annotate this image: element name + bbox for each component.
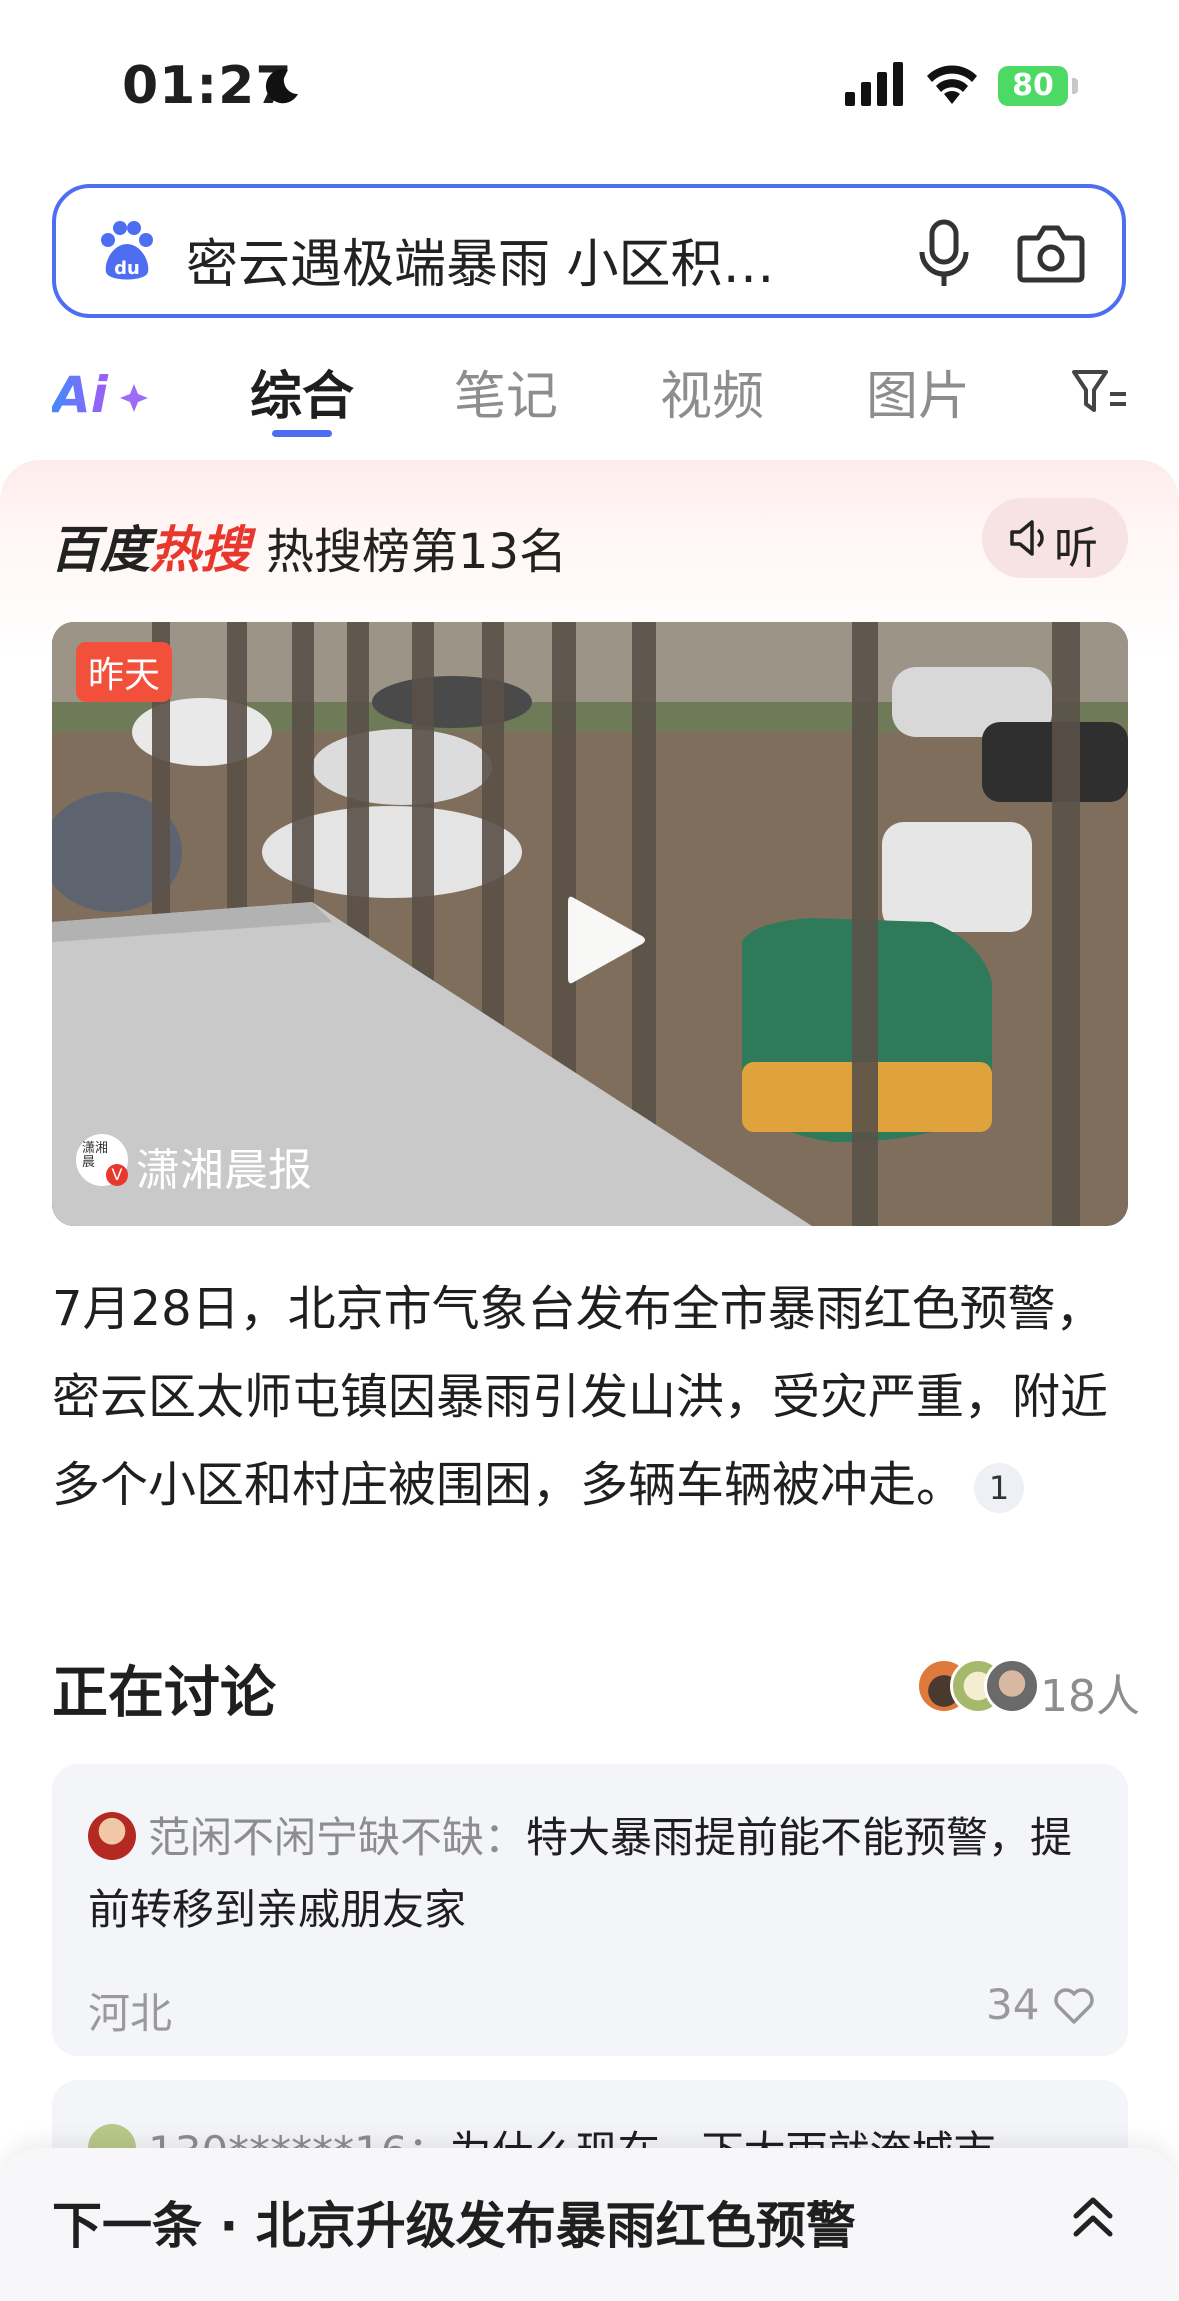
- double-chevron-up-icon[interactable]: [1070, 2192, 1116, 2242]
- baidu-hot-search-logo: 百度热搜: [50, 510, 250, 582]
- comment-text: 范闲不闲宁缺不缺：特大暴雨提前能不能预警，提前转移到亲戚朋友家: [88, 1802, 1088, 1946]
- brand-baidu: 百度: [50, 521, 150, 579]
- avatar: [984, 1658, 1040, 1714]
- wifi-icon: [927, 65, 977, 104]
- next-item-title[interactable]: 下一条 · 北京升级发布暴雨红色预警: [52, 2186, 856, 2258]
- verified-badge-icon: V: [106, 1164, 128, 1186]
- like-count: 34: [986, 1980, 1040, 2029]
- battery-charging-icon: 80: [998, 66, 1068, 106]
- play-icon[interactable]: [560, 890, 650, 990]
- brand-hot: 热搜: [150, 521, 250, 579]
- active-tab-indicator: [272, 430, 332, 437]
- moon-icon: [265, 69, 298, 104]
- participant-count: 18人: [1040, 1671, 1140, 1722]
- hot-search-card: 百度热搜 热搜榜第13名 听 昨天 潇湘晨 V 潇湘晨报 7月28日，北京市气象…: [0, 460, 1179, 2301]
- search-bar[interactable]: du 密云遇极端暴雨 小区积…: [52, 184, 1126, 318]
- reference-badge[interactable]: 1: [974, 1463, 1025, 1513]
- heart-icon[interactable]: [1052, 1986, 1096, 2026]
- filter-icon[interactable]: [1070, 362, 1130, 422]
- ai-label: Ai: [52, 366, 109, 422]
- tab-notes[interactable]: 笔记: [454, 354, 558, 429]
- speaker-icon: [1010, 520, 1044, 556]
- svg-text:du: du: [114, 258, 140, 279]
- listen-label: 听: [1054, 523, 1098, 574]
- ai-logo-icon[interactable]: Ai: [52, 362, 152, 422]
- discussion-title: 正在讨论: [52, 1661, 276, 1726]
- comment-location: 河北: [88, 1989, 173, 2038]
- camera-icon[interactable]: [1016, 220, 1086, 286]
- tab-videos[interactable]: 视频: [660, 354, 764, 429]
- status-bar: 01:27 80: [0, 0, 1179, 160]
- listen-button[interactable]: 听: [982, 498, 1128, 578]
- comment-card[interactable]: 范闲不闲宁缺不缺：特大暴雨提前能不能预警，提前转移到亲戚朋友家 河北 34: [52, 1764, 1128, 2056]
- baidu-paw-icon: du: [101, 221, 153, 280]
- hot-rank: 热搜榜第13名: [266, 524, 568, 580]
- microphone-icon[interactable]: [914, 218, 974, 290]
- news-summary-text: 7月28日，北京市气象台发布全市暴雨红色预警，密云区太师屯镇因暴雨引发山洪，受灾…: [52, 1281, 1109, 1513]
- cellular-signal-icon: [845, 62, 903, 106]
- search-input[interactable]: 密云遇极端暴雨 小区积…: [186, 222, 826, 297]
- participant-avatars[interactable]: [916, 1658, 1040, 1714]
- video-player[interactable]: 昨天 潇湘晨 V 潇湘晨报: [52, 622, 1128, 1226]
- comment-user[interactable]: 范闲不闲宁缺不缺：: [148, 1813, 526, 1862]
- date-tag: 昨天: [76, 642, 173, 702]
- tab-comprehensive[interactable]: 综合: [250, 354, 354, 429]
- news-summary: 7月28日，北京市气象台发布全市暴雨红色预警，密云区太师屯镇因暴雨引发山洪，受灾…: [52, 1265, 1132, 1529]
- tab-images[interactable]: 图片: [866, 354, 970, 429]
- tab-bar: Ai 综合 笔记 视频 图片: [0, 340, 1179, 450]
- next-item-bar[interactable]: 下一条 · 北京升级发布暴雨红色预警: [0, 2148, 1179, 2301]
- battery-tip: [1072, 78, 1078, 94]
- source-name: 潇湘晨报: [136, 1145, 312, 1196]
